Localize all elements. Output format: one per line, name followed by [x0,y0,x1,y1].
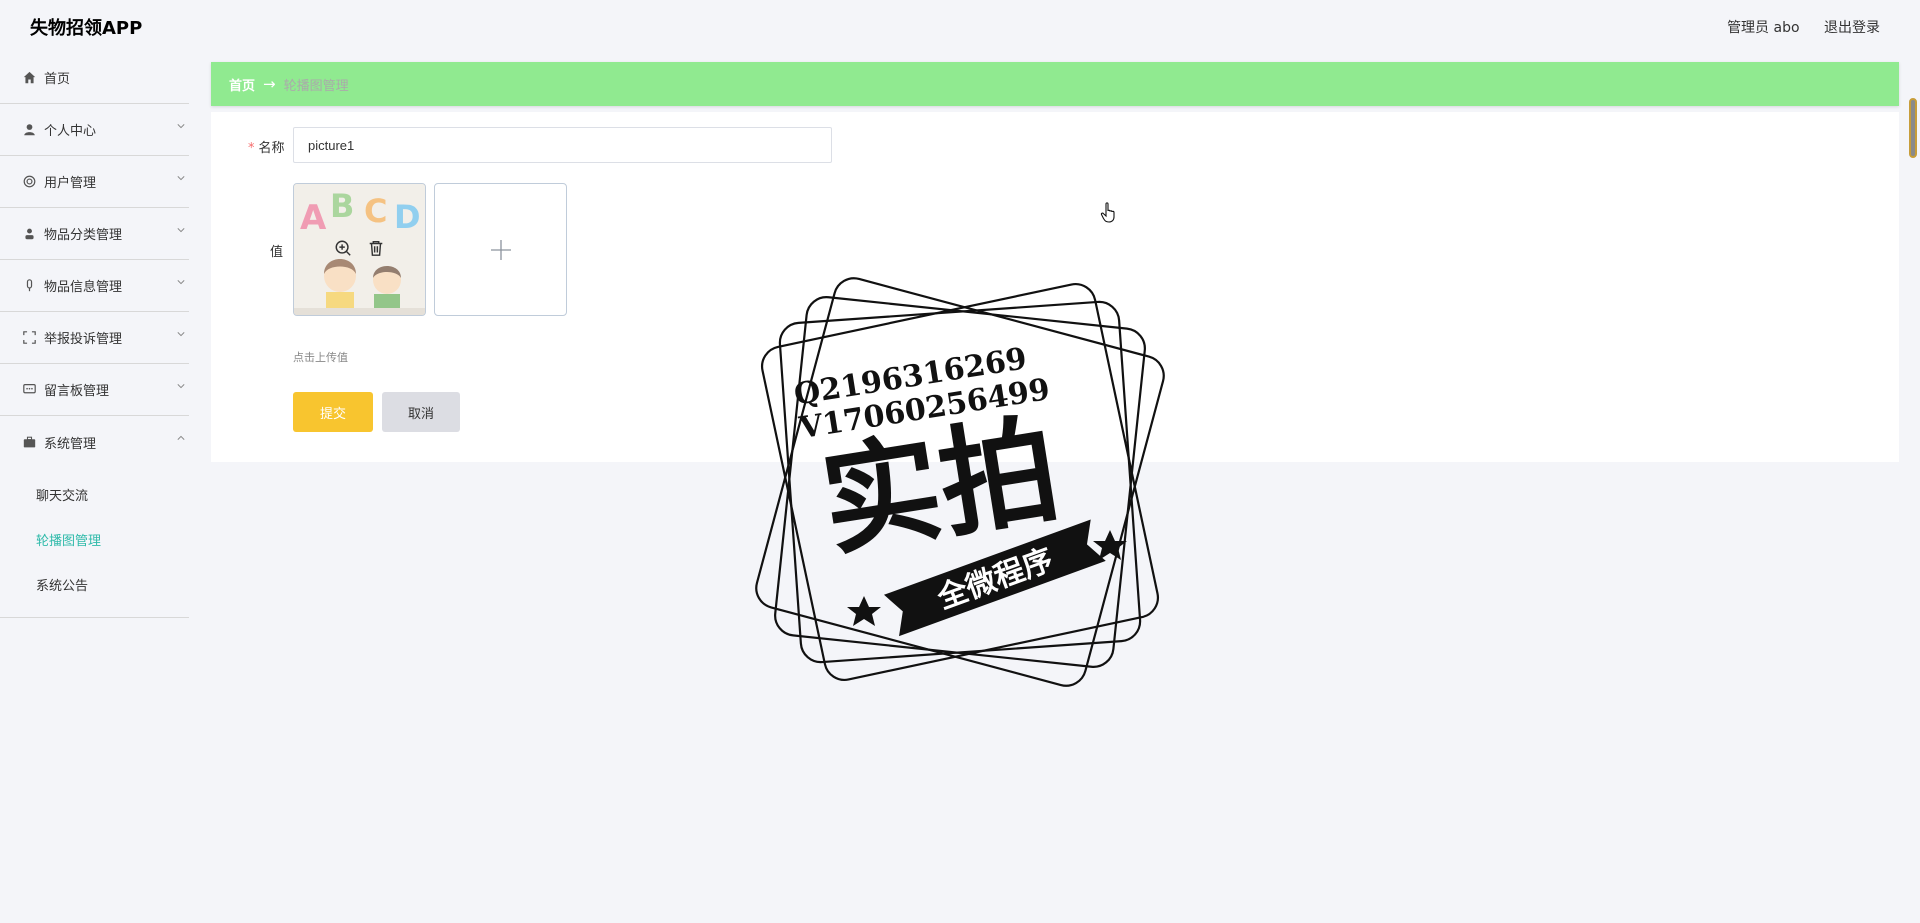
chevron-down-icon [177,176,185,181]
logout-link[interactable]: 退出登录 [1824,20,1880,36]
chevron-down-icon [177,228,185,233]
chevron-down-icon [177,124,185,129]
sidebar-item-home[interactable]: 首页 [0,52,189,104]
message-icon [22,383,36,397]
delete-icon[interactable] [367,239,385,257]
sidebar-item-label: 物品信息管理 [44,280,123,295]
users-icon [22,175,36,189]
home-icon [22,71,36,85]
sidebar-item-label: 留言板管理 [44,384,110,399]
sidebar: 首页 个人中心 用户管理 物品分类管理 物品信息管理 举报投诉管理 留言板管理 … [0,52,189,923]
scrollbar-thumb[interactable] [1909,98,1917,158]
sidebar-subitem-announcement[interactable]: 系统公告 [0,564,189,609]
person-icon [22,227,36,241]
value-label: 值 [270,245,284,260]
chevron-up-icon [177,435,185,440]
sidebar-item-label: 举报投诉管理 [44,332,123,347]
chevron-down-icon [177,332,185,337]
chevron-down-icon [177,280,185,285]
breadcrumb: 首页 → 轮播图管理 [211,62,1899,106]
frame-icon [22,331,36,345]
user-icon [22,123,36,137]
upload-button[interactable] [434,183,567,316]
required-mark: * [248,141,255,156]
name-label: * 名称 [248,137,285,156]
breadcrumb-separator: → [263,75,276,93]
sidebar-item-personal-center[interactable]: 个人中心 [0,104,189,156]
sidebar-item-item-info-management[interactable]: 物品信息管理 [0,260,189,312]
sidebar-item-message-board[interactable]: 留言板管理 [0,364,189,416]
sidebar-item-system-management[interactable]: 系统管理 [0,416,189,468]
thumbnail-overlay [294,184,425,315]
sidebar-subitem-chat[interactable]: 聊天交流 [0,474,189,519]
app-brand: 失物招领APP [30,18,143,39]
sidebar-item-report-management[interactable]: 举报投诉管理 [0,312,189,364]
system-submenu: 聊天交流 轮播图管理 系统公告 [0,468,189,618]
top-right-actions: 管理员 abo 退出登录 [1707,17,1880,37]
sidebar-item-label: 首页 [44,72,71,87]
sidebar-item-user-management[interactable]: 用户管理 [0,156,189,208]
admin-label[interactable]: 管理员 abo [1727,20,1799,36]
upload-hint: 点击上传值 [293,351,348,364]
briefcase-icon [22,435,36,449]
sidebar-item-category-management[interactable]: 物品分类管理 [0,208,189,260]
cancel-button[interactable]: 取消 [382,392,460,432]
chevron-down-icon [177,384,185,389]
star-icon [847,596,881,626]
hand-cursor-icon [1100,202,1115,223]
submit-button[interactable]: 提交 [293,392,373,432]
sidebar-subitem-carousel[interactable]: 轮播图管理 [0,519,189,564]
sidebar-item-label: 系统管理 [44,436,97,452]
breadcrumb-home[interactable]: 首页 [229,75,255,94]
sidebar-item-label: 用户管理 [44,176,97,191]
name-input[interactable] [293,127,832,163]
sidebar-item-label: 个人中心 [44,124,97,139]
mic-icon [22,279,36,293]
sidebar-item-label: 物品分类管理 [44,228,123,243]
watermark-stamp: Q2196316269 V17060256499 实拍 全微程序 [755,277,1165,687]
top-bar: 失物招领APP 管理员 abo 退出登录 [0,0,1920,52]
zoom-in-icon[interactable] [334,239,352,257]
breadcrumb-current: 轮播图管理 [283,78,349,94]
name-label-text: 名称 [258,141,285,156]
plus-icon [490,239,511,260]
uploaded-image-thumbnail[interactable]: A B C D [293,183,426,316]
